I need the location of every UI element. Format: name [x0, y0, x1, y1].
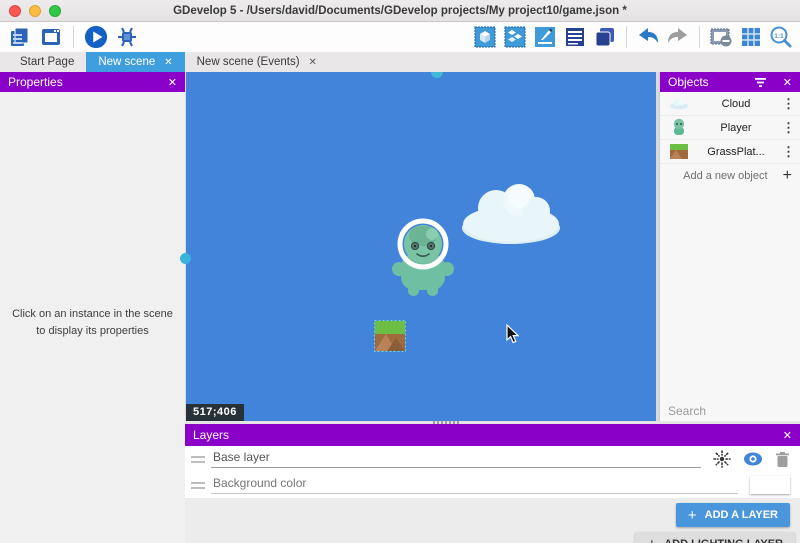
layer-delete-trash-icon[interactable] — [775, 451, 790, 468]
tab-start-page[interactable]: Start Page — [8, 52, 86, 72]
object-row-cloud[interactable]: Cloud ⋮ — [660, 92, 800, 116]
tab-close-icon[interactable]: ✕ — [164, 57, 172, 68]
layer-name-field[interactable]: Base layer — [211, 450, 701, 468]
player-instance-selected[interactable] — [386, 212, 460, 304]
select-instance-icon[interactable] — [473, 25, 497, 49]
tab-new-scene-events[interactable]: New scene (Events) ✕ — [185, 52, 329, 72]
title-bar: GDevelop 5 - /Users/david/Documents/GDev… — [0, 0, 800, 22]
properties-empty-message: Click on an instance in the scene to dis… — [0, 306, 185, 339]
add-object-row[interactable]: Add a new object + — [660, 164, 800, 188]
object-menu-icon[interactable]: ⋮ — [782, 120, 794, 136]
background-color-label: Background color — [211, 476, 738, 494]
tab-label: Start Page — [20, 56, 74, 68]
svg-text:1:1: 1:1 — [774, 33, 784, 40]
divider-drag-handle[interactable] — [433, 421, 459, 424]
tab-label: New scene — [98, 56, 155, 68]
objects-title: Objects — [668, 75, 754, 89]
layer-row-base[interactable]: Base layer — [185, 446, 800, 472]
add-layer-button[interactable]: + ADD A LAYER — [676, 503, 790, 527]
tab-close-icon[interactable]: ✕ — [309, 57, 317, 68]
layers-header: Layers ✕ — [185, 424, 800, 446]
player-thumbnail-icon — [668, 118, 690, 137]
layer-visibility-eye-icon[interactable] — [743, 451, 763, 467]
undo-icon[interactable] — [636, 25, 660, 49]
object-row-player[interactable]: Player ⋮ — [660, 116, 800, 140]
tab-label: New scene (Events) — [197, 56, 300, 68]
redo-icon[interactable] — [666, 25, 690, 49]
play-button[interactable] — [84, 25, 108, 49]
scene-canvas[interactable]: 517;406 — [186, 72, 656, 421]
plus-icon: + — [688, 507, 697, 524]
object-name: Player — [690, 122, 782, 134]
edit-scene-icon[interactable] — [533, 25, 557, 49]
objects-header: Objects ✕ — [660, 72, 800, 92]
main-area: Properties ✕ Click on an instance in the… — [0, 72, 800, 543]
close-icon[interactable]: ✕ — [775, 429, 792, 442]
close-icon[interactable]: ✕ — [160, 76, 177, 89]
start-page-icon[interactable] — [39, 25, 63, 49]
plus-icon[interactable]: + — [783, 167, 792, 185]
layers-stack-icon[interactable] — [593, 25, 617, 49]
properties-panel: Properties ✕ Click on an instance in the… — [0, 72, 185, 543]
panel-resize-handle[interactable] — [180, 253, 191, 264]
layers-footer: + ADD A LAYER + ADD LIGHTING LAYER — [185, 498, 800, 543]
zoom-window-button[interactable] — [49, 5, 61, 17]
object-menu-icon[interactable]: ⋮ — [782, 144, 794, 160]
object-menu-icon[interactable]: ⋮ — [782, 96, 794, 112]
properties-header: Properties ✕ — [0, 72, 185, 92]
scene-properties-icon[interactable] — [563, 25, 587, 49]
layers-title: Layers — [193, 428, 775, 442]
drag-handle-icon[interactable] — [191, 456, 205, 463]
layers-panel: Layers ✕ Base layer — [185, 421, 800, 543]
cloud-instance[interactable] — [456, 180, 566, 246]
cursor-coordinates-badge: 517;406 — [186, 404, 244, 421]
minimize-window-button[interactable] — [29, 5, 41, 17]
object-row-grassplatform[interactable]: GrassPlat... ⋮ — [660, 140, 800, 164]
grid-icon[interactable] — [739, 25, 763, 49]
close-icon[interactable]: ✕ — [775, 76, 792, 89]
object-search-input[interactable] — [668, 404, 800, 418]
add-lighting-layer-label: ADD LIGHTING LAYER — [664, 538, 783, 543]
add-instances-icon[interactable] — [503, 25, 527, 49]
object-name: GrassPlat... — [690, 146, 782, 158]
add-lighting-layer-button[interactable]: + ADD LIGHTING LAYER — [635, 532, 795, 543]
toggle-mask-icon[interactable] — [709, 25, 733, 49]
tab-strip: Start Page New scene ✕ New scene (Events… — [0, 52, 800, 72]
layer-effects-icon[interactable] — [713, 450, 731, 468]
toolbar-separator — [699, 26, 700, 48]
toolbar-separator — [626, 26, 627, 48]
cloud-thumbnail-icon — [668, 98, 690, 110]
object-name: Cloud — [690, 98, 782, 110]
properties-title: Properties — [8, 75, 160, 89]
toolbar: 1:1 — [0, 22, 800, 52]
scene-top-resize-handle[interactable] — [431, 72, 443, 78]
objects-panel: Objects ✕ Cloud ⋮ — [659, 72, 800, 424]
mouse-cursor — [506, 324, 520, 344]
gdevelop-window: GDevelop 5 - /Users/david/Documents/GDev… — [0, 0, 800, 543]
add-object-label: Add a new object — [668, 170, 783, 182]
zoom-1-1-icon[interactable]: 1:1 — [769, 25, 793, 49]
layer-row-background-color[interactable]: Background color — [185, 472, 800, 498]
layers-panel-divider[interactable] — [185, 421, 800, 424]
toolbar-separator — [73, 26, 74, 48]
grass-platform-instance[interactable] — [374, 320, 406, 352]
background-color-swatch[interactable] — [750, 476, 790, 494]
grass-thumbnail-icon — [668, 144, 690, 159]
plus-icon: + — [647, 536, 656, 543]
debug-icon[interactable] — [115, 25, 139, 49]
window-title: GDevelop 5 - /Users/david/Documents/GDev… — [0, 5, 800, 17]
filter-icon[interactable] — [754, 77, 767, 88]
project-manager-icon[interactable] — [8, 25, 32, 49]
close-window-button[interactable] — [9, 5, 21, 17]
tab-new-scene[interactable]: New scene ✕ — [86, 52, 184, 72]
drag-handle-icon[interactable] — [191, 482, 205, 489]
add-layer-label: ADD A LAYER — [705, 509, 778, 521]
